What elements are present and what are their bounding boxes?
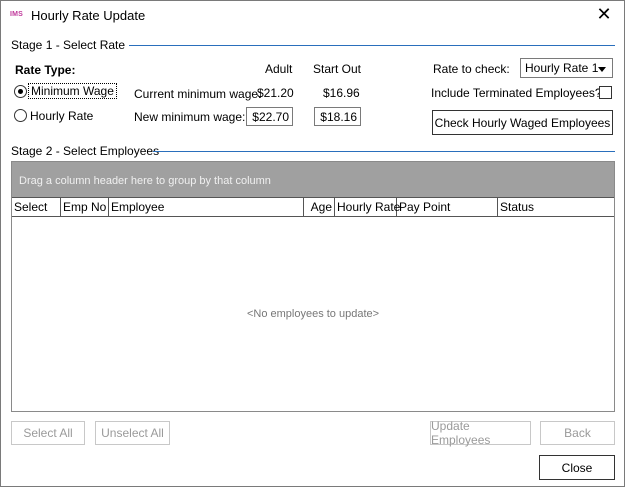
column-header-status[interactable]: Status — [498, 198, 614, 216]
unselect-all-button[interactable]: Unselect All — [95, 421, 170, 445]
select-all-button[interactable]: Select All — [11, 421, 85, 445]
column-header-select[interactable]: Select — [12, 198, 61, 216]
close-icon[interactable]: ✕ — [594, 5, 614, 25]
include-terminated-label: Include Terminated Employees?: — [431, 86, 605, 100]
new-adult-wage-input[interactable]: $22.70 — [246, 107, 293, 126]
close-button[interactable]: Close — [539, 455, 615, 480]
back-button[interactable]: Back — [540, 421, 615, 445]
new-start-out-wage-input[interactable]: $18.16 — [314, 107, 361, 126]
rate-to-check-label: Rate to check: — [433, 62, 510, 76]
rate-to-check-select[interactable]: Hourly Rate 1 — [520, 58, 613, 78]
hourly-rate-update-dialog: IMS Hourly Rate Update ✕ Stage 1 - Selec… — [0, 0, 625, 487]
stage2-title: Stage 2 - Select Employees — [11, 144, 164, 158]
stage2-divider — [153, 151, 615, 152]
app-logo-icon: IMS — [10, 11, 24, 18]
group-by-hint: Drag a column header here to group by th… — [19, 175, 271, 187]
stage1-title: Stage 1 - Select Rate — [11, 38, 130, 52]
column-header-pay-point[interactable]: Pay Point — [397, 198, 498, 216]
title-bar: IMS Hourly Rate Update ✕ — [1, 1, 624, 31]
column-header-hourly-rate[interactable]: Hourly Rate — [335, 198, 400, 216]
start-out-column-header: Start Out — [313, 62, 362, 76]
employees-grid[interactable]: Drag a column header here to group by th… — [11, 161, 615, 412]
group-by-panel[interactable]: Drag a column header here to group by th… — [12, 162, 614, 197]
grid-header-row: Select Emp No Employee Age Hourly Rate P… — [12, 197, 614, 217]
chevron-down-icon — [598, 67, 606, 72]
minimum-wage-label: Minimum Wage — [31, 84, 114, 98]
check-hourly-waged-employees-button[interactable]: Check Hourly Waged Employees — [432, 110, 613, 135]
column-header-employee[interactable]: Employee — [109, 198, 304, 216]
current-start-out-value: $16.96 — [323, 86, 360, 100]
rate-type-label: Rate Type: — [15, 63, 76, 77]
window-title: Hourly Rate Update — [31, 8, 146, 23]
minimum-wage-radio[interactable] — [14, 85, 27, 98]
column-header-emp-no[interactable]: Emp No — [61, 198, 109, 216]
include-terminated-checkbox[interactable] — [599, 86, 612, 99]
adult-column-header: Adult — [265, 62, 293, 76]
current-adult-value: $21.20 — [257, 86, 294, 100]
current-minimum-wage-label: Current minimum wage: — [134, 87, 262, 101]
stage1-divider — [129, 45, 615, 46]
new-minimum-wage-label: New minimum wage: — [134, 110, 246, 124]
minimum-wage-option-label-box[interactable]: Minimum Wage — [28, 83, 117, 99]
no-employees-message: <No employees to update> — [246, 308, 380, 320]
column-header-age[interactable]: Age — [304, 198, 335, 216]
hourly-rate-label[interactable]: Hourly Rate — [30, 109, 93, 123]
rate-to-check-value: Hourly Rate 1 — [525, 61, 599, 75]
stage1-header: Stage 1 - Select Rate — [11, 38, 615, 57]
hourly-rate-radio[interactable] — [14, 109, 27, 122]
update-employees-button[interactable]: Update Employees — [430, 419, 531, 447]
